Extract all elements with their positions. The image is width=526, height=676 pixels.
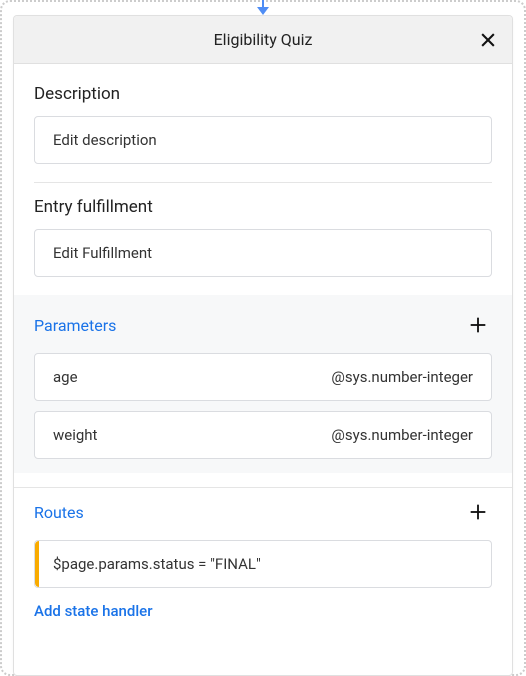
- entry-fulfillment-label: Entry fulfillment: [34, 197, 492, 217]
- panel-header: Eligibility Quiz: [14, 16, 512, 64]
- close-icon: [478, 30, 498, 50]
- panel-body: Description Edit description Entry fulfi…: [14, 64, 512, 634]
- parameter-type: @sys.number-integer: [331, 368, 473, 386]
- plus-icon: [467, 314, 489, 336]
- routes-section: Routes $page.params.status = "FINAL": [34, 498, 492, 588]
- parameter-row[interactable]: age @sys.number-integer: [34, 353, 492, 401]
- divider: [34, 182, 492, 183]
- description-label: Description: [34, 84, 492, 104]
- add-parameter-button[interactable]: [464, 311, 492, 339]
- parameters-header-row: Parameters: [34, 311, 492, 339]
- parameter-type: @sys.number-integer: [331, 426, 473, 444]
- parameter-name: age: [53, 368, 78, 386]
- add-state-handler-link[interactable]: Add state handler: [34, 588, 492, 634]
- close-button[interactable]: [474, 26, 502, 54]
- edit-description-field[interactable]: Edit description: [34, 116, 492, 164]
- edit-fulfillment-field[interactable]: Edit Fulfillment: [34, 229, 492, 277]
- route-condition: $page.params.status = "FINAL": [53, 555, 261, 573]
- entry-fulfillment-section: Entry fulfillment Edit Fulfillment: [34, 197, 492, 277]
- parameter-name: weight: [53, 426, 97, 444]
- incoming-arrow-icon: [253, 0, 273, 16]
- route-row[interactable]: $page.params.status = "FINAL": [34, 540, 492, 588]
- page-editor-panel: Eligibility Quiz Description Edit descri…: [13, 15, 513, 676]
- routes-header-row: Routes: [34, 498, 492, 526]
- plus-icon: [467, 501, 489, 523]
- routes-heading[interactable]: Routes: [34, 503, 84, 522]
- description-section: Description Edit description: [34, 84, 492, 164]
- parameters-section: Parameters age @sys.number-integer weigh…: [14, 295, 512, 473]
- add-route-button[interactable]: [464, 498, 492, 526]
- panel-title: Eligibility Quiz: [214, 30, 313, 49]
- parameter-row[interactable]: weight @sys.number-integer: [34, 411, 492, 459]
- divider: [14, 487, 512, 488]
- parameters-heading[interactable]: Parameters: [34, 316, 116, 335]
